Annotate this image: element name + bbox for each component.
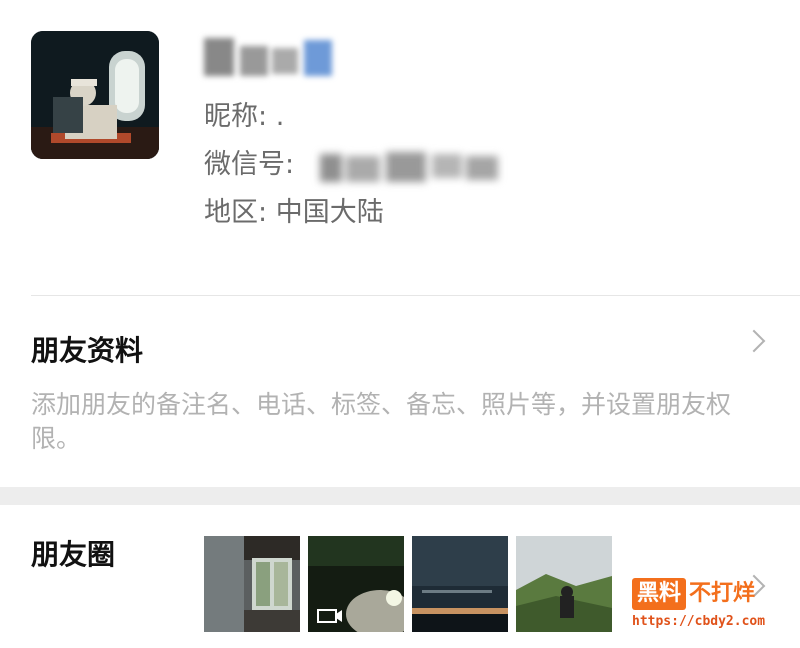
friend-info-description: 添加朋友的备注名、电话、标签、备忘、照片等，并设置朋友权限。: [31, 390, 732, 453]
watermark-logo: 黑料 不打烊 https://cbdy2.com: [632, 578, 790, 636]
nickname-label: 昵称:: [204, 101, 268, 132]
moments-thumbnail[interactable]: [204, 536, 300, 632]
profile-header: 昵称: . 微信号: 地区: 中国大陆: [0, 0, 800, 296]
region-label: 地区:: [204, 197, 268, 228]
wechat-id-row: 微信号:: [204, 148, 294, 182]
watermark-badge: 黑料: [632, 578, 687, 610]
divider: [31, 295, 800, 296]
region-value: 中国大陆: [275, 197, 384, 228]
moments-thumbnail[interactable]: [412, 536, 508, 632]
chevron-right-icon: [742, 329, 766, 353]
region-row: 地区: 中国大陆: [204, 196, 384, 230]
moments-thumbnail-video[interactable]: [308, 536, 404, 632]
wechat-id-masked: [316, 146, 502, 188]
moments-title: 朋友圈: [31, 538, 116, 571]
nickname-row: 昵称: .: [204, 100, 284, 134]
moments-thumbnail[interactable]: [516, 536, 612, 632]
watermark-url: https://cbdy2.com: [632, 614, 766, 629]
watermark-text: 不打烊: [689, 581, 756, 606]
section-gap: [0, 487, 800, 505]
friend-info-title: 朋友资料: [31, 334, 144, 367]
wechat-id-label: 微信号:: [204, 149, 295, 180]
nickname-value: .: [275, 101, 285, 132]
avatar[interactable]: [31, 31, 159, 159]
nickname-masked: [200, 32, 340, 82]
